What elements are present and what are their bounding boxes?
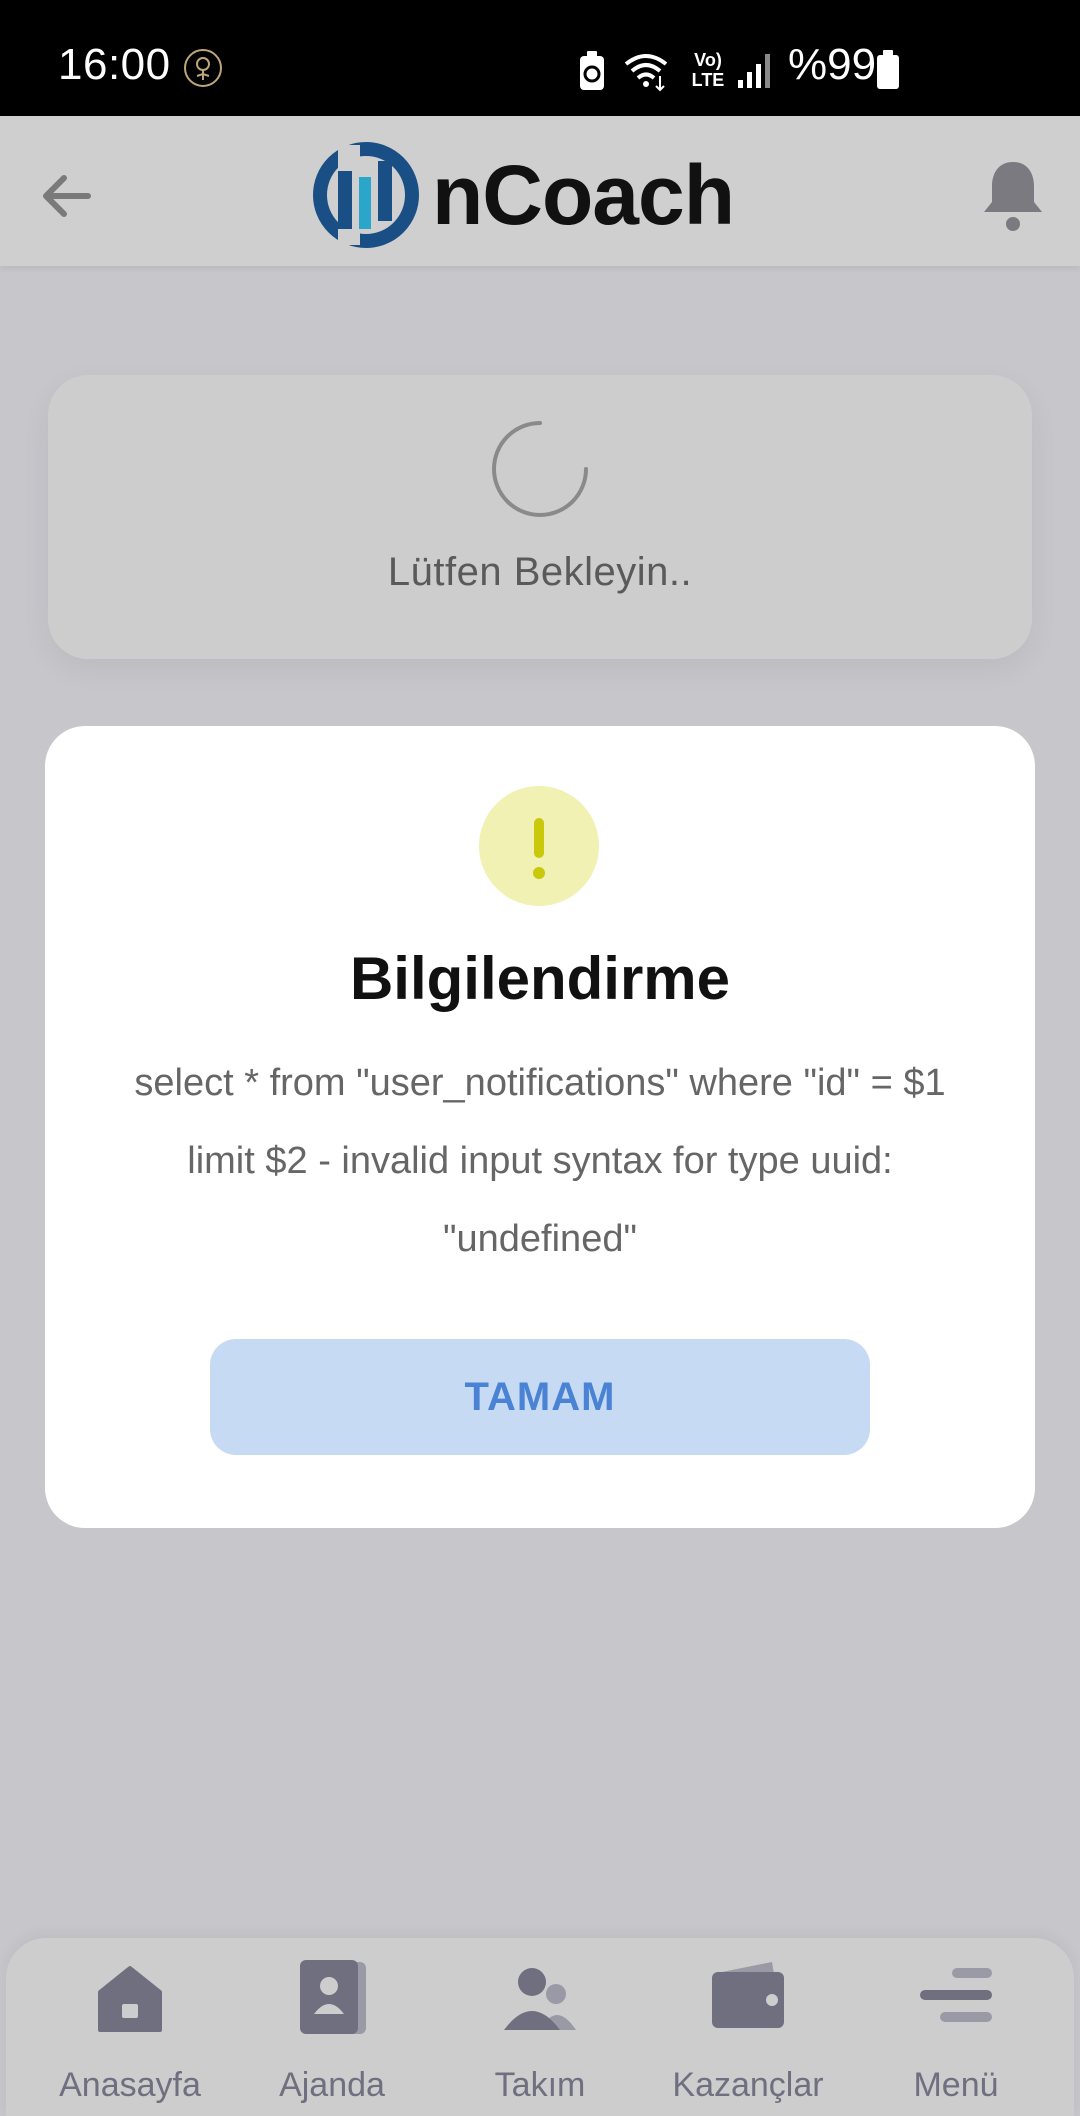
- bell-icon[interactable]: [978, 156, 1048, 236]
- wallet-icon: [712, 1962, 784, 2028]
- wifi-icon: [624, 54, 668, 92]
- battery-saver-icon: [580, 51, 604, 90]
- nav-label-earnings: Kazançlar: [672, 2066, 824, 2104]
- ncoach-logo-icon: [313, 142, 419, 248]
- app-header: nCoach: [0, 116, 1080, 266]
- nav-label-agenda: Ajanda: [279, 2066, 385, 2104]
- nav-item-team[interactable]: Takım: [440, 1958, 640, 2108]
- signal-icon: [738, 54, 770, 88]
- team-icon: [504, 1968, 576, 2030]
- home-icon: [98, 1966, 162, 2032]
- logo-text: nCoach: [432, 147, 735, 242]
- nav-label-menu: Menü: [913, 2066, 999, 2104]
- status-bar: 16:00 Vo) LTE %99: [0, 0, 1080, 116]
- ok-button[interactable]: TAMAM: [210, 1339, 870, 1455]
- loading-card: Lütfen Bekleyin..: [48, 375, 1032, 659]
- rose-icon: [184, 49, 222, 87]
- bottom-nav: Anasayfa Ajanda Takım Kazançlar Menü: [6, 1938, 1074, 2116]
- exclamation-bar: [534, 818, 544, 858]
- contact-book-icon: [300, 1960, 366, 2034]
- exclamation-icon: [479, 786, 599, 906]
- loading-spinner-icon: [492, 421, 588, 517]
- dialog-title: Bilgilendirme: [349, 945, 731, 1012]
- battery-percent: %99: [788, 40, 877, 89]
- exclamation-dot: [533, 867, 545, 879]
- arrow-left-icon[interactable]: [36, 166, 96, 226]
- battery-icon: [877, 50, 899, 89]
- nav-item-home[interactable]: Anasayfa: [30, 1958, 230, 2108]
- network-indicator: Vo) LTE: [691, 50, 725, 90]
- menu-icon: [920, 1968, 992, 2022]
- nav-label-home: Anasayfa: [59, 2066, 201, 2104]
- info-dialog: Bilgilendirme select * from "user_notifi…: [45, 726, 1035, 1528]
- status-time: 16:00: [58, 40, 171, 89]
- loading-text: Lütfen Bekleyin..: [387, 550, 693, 594]
- nav-item-menu[interactable]: Menü: [856, 1958, 1056, 2108]
- dialog-message: select * from "user_notifications" where…: [134, 1062, 946, 1260]
- nav-item-earnings[interactable]: Kazançlar: [648, 1958, 848, 2108]
- app-logo: nCoach: [312, 140, 735, 250]
- nav-label-team: Takım: [494, 2066, 586, 2104]
- nav-item-agenda[interactable]: Ajanda: [232, 1958, 432, 2108]
